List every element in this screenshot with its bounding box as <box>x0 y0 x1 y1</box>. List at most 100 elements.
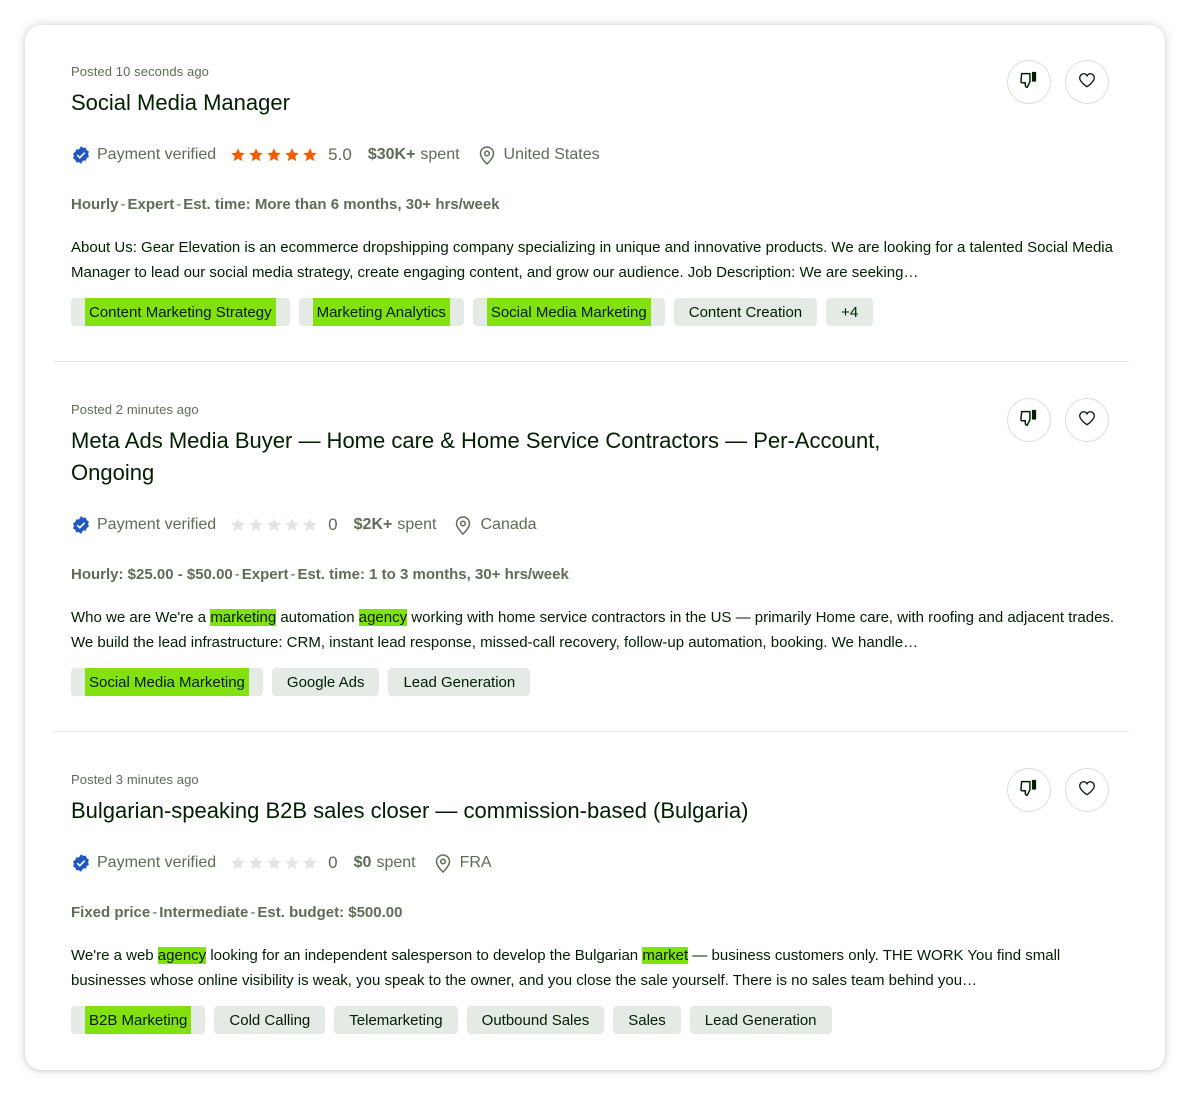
rating-stars <box>230 147 318 163</box>
job-title[interactable]: Social Media Manager <box>71 87 951 119</box>
skill-tag-label: Outbound Sales <box>481 1011 590 1029</box>
skill-tag[interactable]: Sales <box>613 1006 681 1034</box>
highlighted-keyword: marketing <box>210 609 277 626</box>
spent-label: spent <box>420 146 460 163</box>
star-icon <box>231 856 245 870</box>
skill-tag[interactable]: Social Media Marketing <box>472 298 665 326</box>
skill-tag[interactable]: +4 <box>826 298 874 326</box>
skill-tag[interactable]: Cold Calling <box>214 1006 326 1034</box>
terms-separator: - <box>152 904 158 921</box>
skill-tag[interactable]: B2B Marketing <box>71 1006 206 1034</box>
skill-tag-label: Cold Calling <box>229 1011 311 1029</box>
rating-value: 0 <box>328 515 338 534</box>
skill-tag[interactable]: Lead Generation <box>388 668 531 696</box>
posted-time: Posted 3 minutes ago <box>71 772 199 787</box>
job-description[interactable]: Who we are We're a marketing automation … <box>71 605 1121 655</box>
star-icon <box>231 518 245 532</box>
rating-value: 5.0 <box>328 145 352 164</box>
job-description[interactable]: We're a web agency looking for an indepe… <box>71 943 1121 993</box>
skill-tag-label: Sales <box>628 1011 666 1029</box>
skill-tag-label: Marketing Analytics <box>312 298 450 326</box>
skill-tags: Social Media Marketing Google Ads Lead Gen… <box>71 668 531 696</box>
verified-badge-icon <box>71 145 91 165</box>
payment-verified-label: Payment verified <box>97 146 217 163</box>
total-spent: $30K+ <box>367 146 416 163</box>
job-terms: Hourly: $25.00 - $50.00- Expert - Est. time… <box>71 566 569 583</box>
skill-tags: Content Marketing Strategy Marketing Anal… <box>71 298 874 326</box>
job-actions <box>1007 60 1109 104</box>
skill-tag-label: Content Marketing Strategy <box>85 298 276 326</box>
star-icon <box>249 856 263 870</box>
payment-verified-label: Payment verified <box>97 516 217 533</box>
dislike-icon <box>1018 69 1040 96</box>
star-icon <box>303 856 317 870</box>
location-pin-icon <box>434 853 452 873</box>
terms-item: Est. budget: $500.00 <box>257 904 403 921</box>
terms-separator: - <box>120 196 126 213</box>
job-actions <box>1007 398 1109 442</box>
skill-tag[interactable]: Content Marketing Strategy <box>71 298 290 326</box>
star-icon <box>267 518 281 532</box>
location-pin-icon <box>454 515 472 535</box>
skill-tag-label: Social Media Marketing <box>85 668 249 696</box>
job-terms: Fixed price - Intermediate - Est. budget: $5… <box>71 904 402 921</box>
skill-tag-label: Lead Generation <box>403 673 516 691</box>
skill-tag[interactable]: Telemarketing <box>334 1006 458 1034</box>
skill-tag-label: Lead Generation <box>704 1011 817 1029</box>
job-feed: Posted 10 seconds ago Social Media Manag… <box>25 25 1165 1070</box>
skill-tag[interactable]: Social Media Marketing <box>71 668 263 696</box>
skill-tag[interactable]: Outbound Sales <box>466 1006 605 1034</box>
spent-label: spent <box>376 854 416 871</box>
star-icon <box>267 148 281 162</box>
dislike-button[interactable] <box>1007 768 1051 812</box>
skill-tag[interactable]: Marketing Analytics <box>298 298 464 326</box>
save-job-button[interactable] <box>1065 60 1109 104</box>
save-job-button[interactable] <box>1065 768 1109 812</box>
highlighted-keyword: market <box>642 947 689 964</box>
job-description[interactable]: About Us: Gear Elevation is an ecommerce… <box>71 235 1121 285</box>
terms-item: Est. time: More than 6 months, 30+ hrs/w… <box>183 196 500 213</box>
client-info: Payment verified 0 $2K+ spent Canada <box>71 514 537 536</box>
description-text: About Us: Gear Elevation is an ecommerce… <box>71 239 1113 281</box>
dislike-button[interactable] <box>1007 398 1051 442</box>
dislike-icon <box>1018 777 1040 804</box>
spent-label: spent <box>397 516 437 533</box>
job-actions <box>1007 768 1109 812</box>
terms-item: Fixed price <box>71 904 151 921</box>
client-info: Payment verified 0 $0 spent FRA <box>71 852 492 874</box>
verified-badge-icon <box>71 515 91 535</box>
heart-icon <box>1077 70 1097 95</box>
dislike-button[interactable] <box>1007 60 1051 104</box>
client-location: United States <box>503 146 600 163</box>
description-text: automation <box>276 609 359 626</box>
terms-item: Hourly: $25.00 - $50.00 <box>71 566 233 583</box>
divider <box>53 731 1129 732</box>
skill-tags: B2B Marketing Cold Calling Telemarketing Ou… <box>71 1006 832 1034</box>
rating-stars <box>230 855 318 871</box>
star-icon <box>285 148 299 162</box>
star-icon <box>303 148 317 162</box>
divider <box>53 361 1129 362</box>
location-pin-icon <box>478 145 496 165</box>
star-icon <box>303 518 317 532</box>
save-job-button[interactable] <box>1065 398 1109 442</box>
skill-tag[interactable]: Google Ads <box>271 668 380 696</box>
skill-tag[interactable]: Lead Generation <box>689 1006 832 1034</box>
client-info: Payment verified 5.0 $30K+ spent United … <box>71 144 600 166</box>
skill-tag-label: Social Media Marketing <box>486 298 651 326</box>
description-text: We're a web <box>71 947 158 964</box>
job-title[interactable]: Bulgarian-speaking B2B sales closer — co… <box>71 795 951 827</box>
star-icon <box>285 518 299 532</box>
skill-tag-label: Content Creation <box>688 303 803 321</box>
highlighted-keyword: agency <box>157 947 207 964</box>
skill-tag[interactable]: Content Creation <box>673 298 818 326</box>
description-text: Who we are We're a <box>71 609 211 626</box>
dislike-icon <box>1018 407 1040 434</box>
verified-badge-icon <box>71 853 91 873</box>
star-icon <box>285 856 299 870</box>
job-title[interactable]: Meta Ads Media Buyer — Home care & Home … <box>71 425 951 489</box>
client-location: FRA <box>459 854 492 871</box>
job-terms: Hourly - Expert - Est. time: More than 6 mon… <box>71 196 500 213</box>
skill-tag-label: Google Ads <box>286 673 365 691</box>
star-icon <box>267 856 281 870</box>
